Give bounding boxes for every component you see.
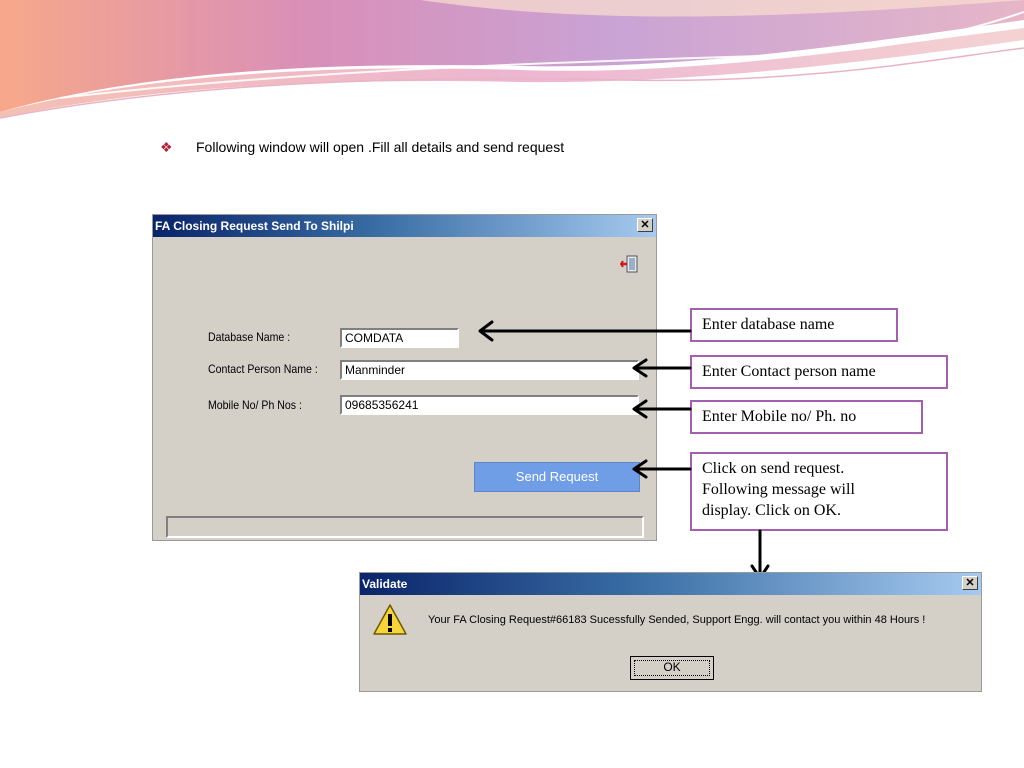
contact-person-label: Contact Person Name : [208, 362, 318, 376]
mobile-number-label: Mobile No/ Ph Nos : [208, 398, 302, 412]
exit-door-icon[interactable] [620, 254, 638, 274]
callout-contact-person: Enter Contact person name [690, 355, 948, 389]
ok-focus-rect [634, 660, 710, 676]
callout-send-line-2: Following message will [702, 481, 855, 498]
callout-send-line-1: Click on send request. [702, 460, 845, 477]
ok-button[interactable]: OK [630, 656, 714, 680]
request-dialog-close-button[interactable]: ✕ [637, 218, 653, 232]
callout-send-line-3: display. Click on OK. [702, 502, 841, 519]
request-dialog-title: FA Closing Request Send To Shilpi [155, 219, 354, 233]
decorative-swoosh [0, 0, 1024, 119]
callout-database-name: Enter database name [690, 308, 898, 342]
validate-dialog: Validate ✕ Your FA Closing Request#66183… [359, 572, 982, 692]
contact-person-input[interactable]: Manminder [340, 360, 639, 380]
instruction-text: Following window will open .Fill all det… [196, 139, 565, 155]
callout-mobile-number: Enter Mobile no/ Ph. no [690, 400, 923, 434]
warning-icon [373, 604, 407, 635]
mobile-number-input[interactable]: 09685356241 [340, 395, 639, 415]
instruction-bullet: ❖ Following window will open .Fill all de… [160, 139, 564, 156]
validate-dialog-title: Validate [362, 577, 408, 591]
database-name-input[interactable]: COMDATA [340, 328, 459, 348]
validate-message: Your FA Closing Request#66183 Sucessfull… [428, 614, 926, 626]
callout-send-request: Click on send request. Following message… [690, 452, 948, 531]
slide: ❖ Following window will open .Fill all de… [0, 0, 1024, 768]
send-request-button[interactable]: Send Request [474, 462, 640, 492]
database-name-label: Database Name : [208, 330, 291, 344]
arrow-to-validate [750, 529, 770, 580]
diamond-bullet-icon: ❖ [160, 139, 173, 155]
status-bar [166, 516, 644, 538]
request-dialog: FA Closing Request Send To Shilpi ✕ Data… [152, 214, 657, 541]
validate-dialog-close-button[interactable]: ✕ [962, 576, 978, 590]
validate-dialog-titlebar: Validate ✕ [360, 573, 981, 595]
request-dialog-titlebar: FA Closing Request Send To Shilpi ✕ [153, 215, 656, 237]
